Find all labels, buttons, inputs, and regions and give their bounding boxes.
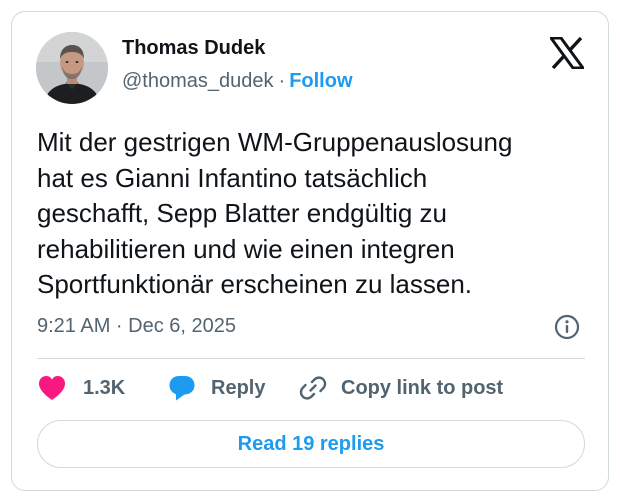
tweet-text: Mit der gestrigen WM-Gruppenauslosung ha…	[37, 125, 597, 303]
person-avatar	[36, 32, 108, 104]
x-logo-icon[interactable]	[548, 36, 586, 70]
author-handle[interactable]: @thomas_dudek	[122, 70, 274, 92]
tweet-text-line: hat es Gianni Infantino tatsächlich	[37, 162, 428, 193]
tweet-timestamp[interactable]: 9:21 AM · Dec 6, 2025	[37, 315, 236, 338]
info-icon[interactable]	[554, 314, 580, 340]
tweet-text-line: rehabilitieren und wie einen integren	[37, 233, 455, 264]
heart-icon	[37, 374, 67, 402]
tweet-card: Thomas Dudek @thomas_dudek · Follow Mit de…	[11, 11, 609, 491]
divider	[37, 358, 585, 359]
author-handle-row: @thomas_dudek · Follow	[122, 70, 353, 93]
like-count: 1.3K	[83, 376, 126, 399]
reply-label: Reply	[211, 376, 266, 399]
tweet-text-line: Mit der gestrigen WM-Gruppenauslosung	[37, 127, 513, 157]
copy-link-button[interactable]: Copy link to post	[299, 372, 503, 404]
tweet-text-line: Sportfunktionär erscheinen zu lassen.	[37, 269, 473, 299]
tweet-text-line: geschafft, Sepp Blatter endgültig zu	[37, 198, 448, 228]
like-button[interactable]: 1.3K	[37, 372, 125, 404]
separator-dot: ·	[278, 70, 286, 92]
follow-link[interactable]: Follow	[289, 70, 352, 92]
copy-link-label: Copy link to post	[341, 376, 504, 399]
link-icon	[299, 374, 327, 402]
avatar[interactable]	[36, 32, 108, 104]
read-replies-button[interactable]: Read 19 replies	[37, 420, 585, 468]
speech-bubble-icon	[167, 373, 197, 403]
reply-button[interactable]: Reply	[167, 372, 265, 404]
author-name[interactable]: Thomas Dudek	[122, 37, 265, 60]
